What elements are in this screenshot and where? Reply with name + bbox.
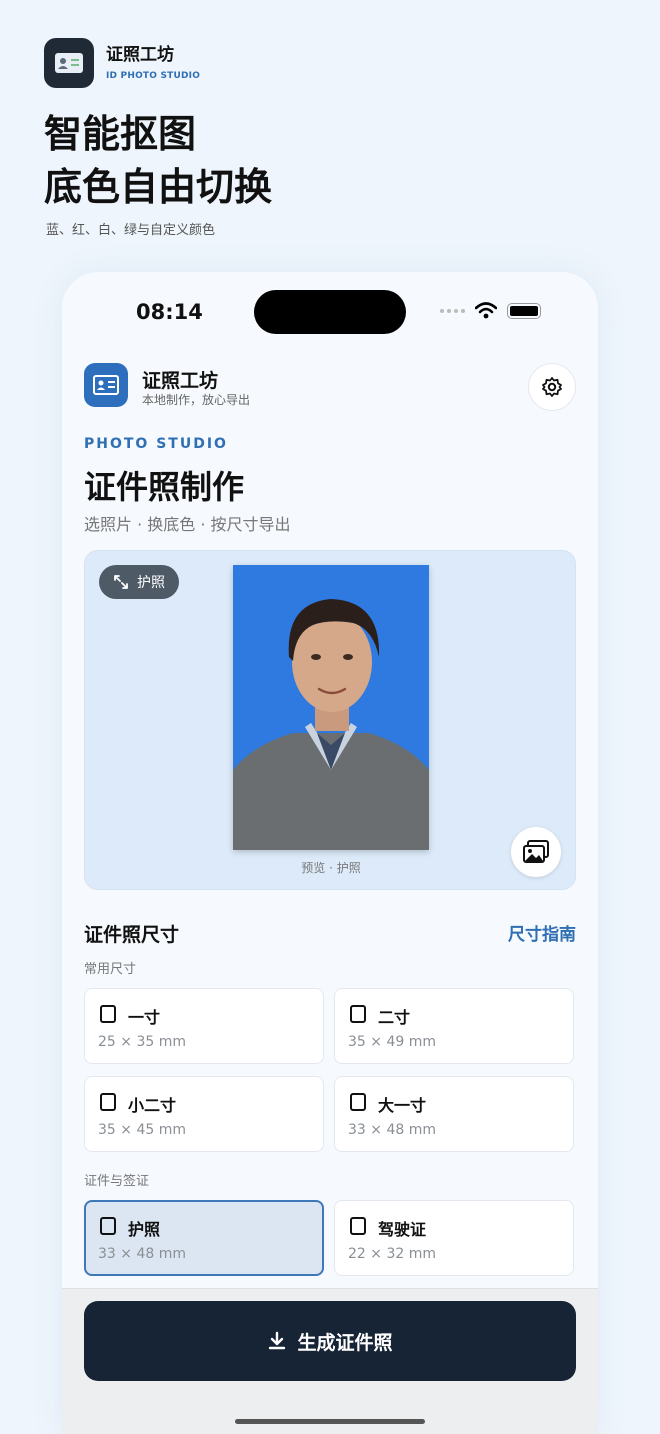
id-card-icon	[93, 375, 119, 395]
photo-frame-icon	[350, 1217, 366, 1235]
expand-arrows-icon	[114, 575, 128, 589]
promo-brand: 证照工坊 ID PHOTO STUDIO	[106, 40, 200, 81]
choose-photo-button[interactable]	[511, 827, 561, 877]
size-option-label: 一寸	[128, 1008, 161, 1027]
size-option-label: 二寸	[378, 1008, 411, 1027]
size-option-1-inch[interactable]: 一寸 25 × 35 mm	[84, 988, 324, 1064]
hero-eyebrow: PHOTO STUDIO	[84, 436, 228, 452]
app-tagline: 本地制作，放心导出	[142, 393, 251, 407]
size-option-small-2-inch[interactable]: 小二寸 35 × 45 mm	[84, 1076, 324, 1152]
promo-brand-sub: ID PHOTO STUDIO	[106, 71, 201, 81]
documents-label: 证件与签证	[84, 1174, 150, 1189]
size-option-dims: 35 × 45 mm	[98, 1122, 186, 1138]
size-option-dims: 33 × 48 mm	[98, 1246, 186, 1262]
status-time: 08:14	[136, 300, 203, 324]
gear-icon	[542, 377, 562, 397]
portrait-image	[233, 565, 429, 850]
page-subtitle: 选照片 · 换底色 · 按尺寸导出	[84, 515, 291, 534]
photo-frame-icon	[100, 1217, 116, 1235]
promo-headline-line2: 底色自由切换	[44, 165, 273, 209]
size-option-dims: 33 × 48 mm	[348, 1122, 436, 1138]
size-option-2-inch[interactable]: 二寸 35 × 49 mm	[334, 988, 574, 1064]
generate-photo-label: 生成证件照	[297, 1331, 393, 1354]
size-option-label: 驾驶证	[378, 1220, 427, 1239]
promo-headline: 智能抠图 底色自由切换	[44, 108, 272, 214]
size-section-title: 证件照尺寸	[84, 924, 180, 946]
photo-frame-icon	[350, 1093, 366, 1111]
photo-type-chip[interactable]: 护照	[99, 565, 179, 599]
generate-photo-button[interactable]: 生成证件照	[84, 1301, 576, 1381]
size-option-label: 护照	[128, 1220, 161, 1239]
promo-logo	[44, 38, 94, 88]
battery-icon	[507, 302, 541, 319]
preview-caption: 预览 · 护照	[301, 861, 361, 875]
app-logo	[84, 363, 128, 407]
bottom-action-bar: 生成证件照	[62, 1288, 598, 1434]
app-name: 证照工坊	[142, 370, 219, 392]
promo-brand-name: 证照工坊	[106, 45, 174, 65]
signal-icon	[440, 308, 465, 313]
status-icons	[440, 302, 541, 319]
home-indicator	[235, 1419, 425, 1424]
photo-preview-card: 护照 预览 · 护照	[84, 550, 576, 890]
size-option-dims: 22 × 32 mm	[348, 1246, 436, 1262]
id-photo-preview	[233, 565, 429, 850]
settings-button[interactable]	[528, 363, 576, 411]
promo-subline: 蓝、红、白、绿与自定义颜色	[46, 223, 216, 238]
page-title: 证件照制作	[84, 468, 245, 506]
size-option-dims: 25 × 35 mm	[98, 1034, 186, 1050]
phone-frame: 08:14 证照工坊 本地制作，放心导出 PHOTO STUDIO 证件照制作 …	[62, 272, 598, 1434]
size-option-driving-license[interactable]: 驾驶证 22 × 32 mm	[334, 1200, 574, 1276]
photo-gallery-icon	[523, 840, 549, 863]
promo-headline-line1: 智能抠图	[44, 112, 197, 156]
size-option-label: 大一寸	[378, 1096, 427, 1115]
size-option-large-1-inch[interactable]: 大一寸 33 × 48 mm	[334, 1076, 574, 1152]
size-option-label: 小二寸	[128, 1096, 177, 1115]
size-option-passport[interactable]: 护照 33 × 48 mm	[84, 1200, 324, 1276]
wifi-icon	[475, 302, 497, 319]
size-option-dims: 35 × 49 mm	[348, 1034, 436, 1050]
photo-frame-icon	[100, 1093, 116, 1111]
size-guide-link[interactable]: 尺寸指南	[508, 920, 576, 945]
common-sizes-label: 常用尺寸	[84, 962, 137, 977]
download-icon	[269, 1331, 286, 1350]
photo-frame-icon	[100, 1005, 116, 1023]
photo-type-chip-label: 护照	[137, 575, 165, 591]
photo-frame-icon	[350, 1005, 366, 1023]
dynamic-island	[254, 290, 406, 334]
id-card-icon	[55, 53, 83, 73]
